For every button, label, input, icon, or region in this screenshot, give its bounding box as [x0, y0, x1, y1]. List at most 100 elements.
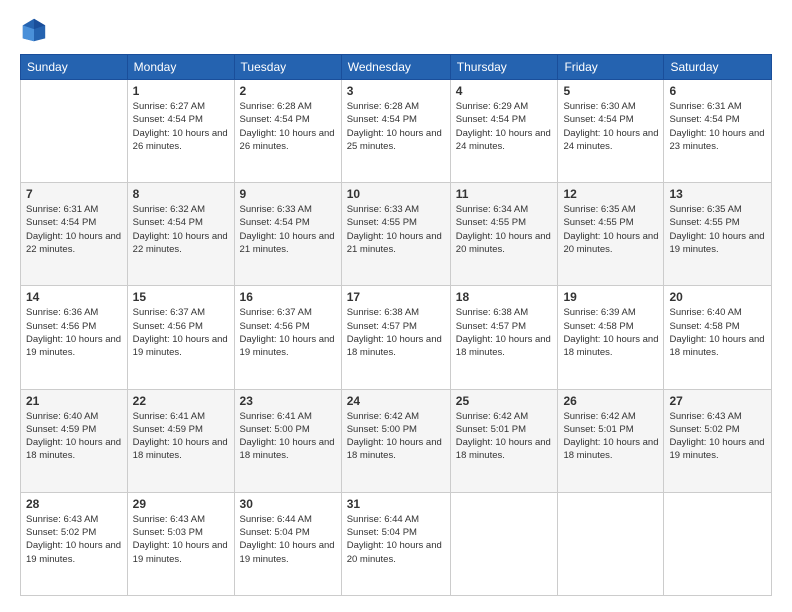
day-cell	[450, 492, 558, 595]
day-number: 12	[563, 187, 658, 201]
day-cell: 23 Sunrise: 6:41 AMSunset: 5:00 PMDayligh…	[234, 389, 341, 492]
day-cell	[21, 80, 128, 183]
day-number: 23	[240, 394, 336, 408]
week-row-5: 28 Sunrise: 6:43 AMSunset: 5:02 PMDayligh…	[21, 492, 772, 595]
day-cell: 22Sunrise: 6:41 AMSunset: 4:59 PMDayligh…	[127, 389, 234, 492]
day-number: 16	[240, 290, 336, 304]
day-info: Sunrise: 6:28 AMSunset: 4:54 PMDaylight:…	[240, 100, 336, 153]
day-cell: 29 Sunrise: 6:43 AMSunset: 5:03 PMDayligh…	[127, 492, 234, 595]
day-cell: 14 Sunrise: 6:36 AMSunset: 4:56 PMDayligh…	[21, 286, 128, 389]
day-cell: 11 Sunrise: 6:34 AMSunset: 4:55 PMDayligh…	[450, 183, 558, 286]
day-number: 10	[347, 187, 445, 201]
calendar-table: SundayMondayTuesdayWednesdayThursdayFrid…	[20, 54, 772, 596]
day-cell: 3 Sunrise: 6:28 AMSunset: 4:54 PMDaylight…	[341, 80, 450, 183]
day-cell: 9 Sunrise: 6:33 AMSunset: 4:54 PMDaylight…	[234, 183, 341, 286]
day-info: Sunrise: 6:29 AMSunset: 4:54 PMDaylight:…	[456, 100, 553, 153]
day-info: Sunrise: 6:42 AMSunset: 5:01 PMDaylight:…	[563, 410, 658, 463]
logo-icon	[20, 16, 48, 44]
day-number: 18	[456, 290, 553, 304]
day-info: Sunrise: 6:42 AMSunset: 5:01 PMDaylight:…	[456, 410, 553, 463]
day-info: Sunrise: 6:39 AMSunset: 4:58 PMDaylight:…	[563, 306, 658, 359]
day-info: Sunrise: 6:28 AMSunset: 4:54 PMDaylight:…	[347, 100, 445, 153]
day-cell: 8 Sunrise: 6:32 AMSunset: 4:54 PMDaylight…	[127, 183, 234, 286]
day-number: 8	[133, 187, 229, 201]
day-cell: 17 Sunrise: 6:38 AMSunset: 4:57 PMDayligh…	[341, 286, 450, 389]
weekday-sunday: Sunday	[21, 55, 128, 80]
day-number: 13	[669, 187, 766, 201]
weekday-wednesday: Wednesday	[341, 55, 450, 80]
day-number: 4	[456, 84, 553, 98]
day-cell	[664, 492, 772, 595]
weekday-tuesday: Tuesday	[234, 55, 341, 80]
day-cell: 24 Sunrise: 6:42 AMSunset: 5:00 PMDayligh…	[341, 389, 450, 492]
day-number: 11	[456, 187, 553, 201]
day-info: Sunrise: 6:41 AMSunset: 5:00 PMDaylight:…	[240, 410, 336, 463]
day-cell: 16 Sunrise: 6:37 AMSunset: 4:56 PMDayligh…	[234, 286, 341, 389]
day-cell: 1Sunrise: 6:27 AMSunset: 4:54 PMDaylight…	[127, 80, 234, 183]
day-info: Sunrise: 6:44 AMSunset: 5:04 PMDaylight:…	[347, 513, 445, 566]
day-cell: 28 Sunrise: 6:43 AMSunset: 5:02 PMDayligh…	[21, 492, 128, 595]
day-info: Sunrise: 6:35 AMSunset: 4:55 PMDaylight:…	[669, 203, 766, 256]
day-number: 24	[347, 394, 445, 408]
day-info: Sunrise: 6:31 AMSunset: 4:54 PMDaylight:…	[669, 100, 766, 153]
day-cell: 6Sunrise: 6:31 AMSunset: 4:54 PMDaylight…	[664, 80, 772, 183]
day-info: Sunrise: 6:37 AMSunset: 4:56 PMDaylight:…	[240, 306, 336, 359]
week-row-1: 1Sunrise: 6:27 AMSunset: 4:54 PMDaylight…	[21, 80, 772, 183]
day-number: 2	[240, 84, 336, 98]
day-info: Sunrise: 6:33 AMSunset: 4:54 PMDaylight:…	[240, 203, 336, 256]
day-cell: 7 Sunrise: 6:31 AMSunset: 4:54 PMDaylight…	[21, 183, 128, 286]
day-info: Sunrise: 6:35 AMSunset: 4:55 PMDaylight:…	[563, 203, 658, 256]
day-info: Sunrise: 6:31 AMSunset: 4:54 PMDaylight:…	[26, 203, 122, 256]
day-number: 17	[347, 290, 445, 304]
weekday-friday: Friday	[558, 55, 664, 80]
day-cell: 2 Sunrise: 6:28 AMSunset: 4:54 PMDaylight…	[234, 80, 341, 183]
day-number: 21	[26, 394, 122, 408]
day-info: Sunrise: 6:40 AMSunset: 4:59 PMDaylight:…	[26, 410, 122, 463]
day-info: Sunrise: 6:42 AMSunset: 5:00 PMDaylight:…	[347, 410, 445, 463]
day-cell: 10Sunrise: 6:33 AMSunset: 4:55 PMDayligh…	[341, 183, 450, 286]
day-info: Sunrise: 6:43 AMSunset: 5:02 PMDaylight:…	[26, 513, 122, 566]
day-cell: 12 Sunrise: 6:35 AMSunset: 4:55 PMDayligh…	[558, 183, 664, 286]
day-info: Sunrise: 6:37 AMSunset: 4:56 PMDaylight:…	[133, 306, 229, 359]
day-cell: 4 Sunrise: 6:29 AMSunset: 4:54 PMDaylight…	[450, 80, 558, 183]
week-row-3: 14 Sunrise: 6:36 AMSunset: 4:56 PMDayligh…	[21, 286, 772, 389]
header	[20, 16, 772, 44]
day-number: 27	[669, 394, 766, 408]
day-cell: 21 Sunrise: 6:40 AMSunset: 4:59 PMDayligh…	[21, 389, 128, 492]
day-info: Sunrise: 6:38 AMSunset: 4:57 PMDaylight:…	[347, 306, 445, 359]
day-number: 3	[347, 84, 445, 98]
weekday-monday: Monday	[127, 55, 234, 80]
day-number: 5	[563, 84, 658, 98]
day-number: 14	[26, 290, 122, 304]
day-cell: 26Sunrise: 6:42 AMSunset: 5:01 PMDayligh…	[558, 389, 664, 492]
day-info: Sunrise: 6:30 AMSunset: 4:54 PMDaylight:…	[563, 100, 658, 153]
day-number: 15	[133, 290, 229, 304]
weekday-saturday: Saturday	[664, 55, 772, 80]
day-number: 31	[347, 497, 445, 511]
day-info: Sunrise: 6:43 AMSunset: 5:03 PMDaylight:…	[133, 513, 229, 566]
day-number: 7	[26, 187, 122, 201]
day-cell: 30Sunrise: 6:44 AMSunset: 5:04 PMDayligh…	[234, 492, 341, 595]
day-info: Sunrise: 6:40 AMSunset: 4:58 PMDaylight:…	[669, 306, 766, 359]
day-info: Sunrise: 6:38 AMSunset: 4:57 PMDaylight:…	[456, 306, 553, 359]
day-cell: 13 Sunrise: 6:35 AMSunset: 4:55 PMDayligh…	[664, 183, 772, 286]
day-cell: 18 Sunrise: 6:38 AMSunset: 4:57 PMDayligh…	[450, 286, 558, 389]
day-number: 29	[133, 497, 229, 511]
day-number: 20	[669, 290, 766, 304]
day-cell: 19Sunrise: 6:39 AMSunset: 4:58 PMDayligh…	[558, 286, 664, 389]
day-number: 25	[456, 394, 553, 408]
day-number: 28	[26, 497, 122, 511]
day-info: Sunrise: 6:43 AMSunset: 5:02 PMDaylight:…	[669, 410, 766, 463]
week-row-2: 7 Sunrise: 6:31 AMSunset: 4:54 PMDaylight…	[21, 183, 772, 286]
day-cell: 25 Sunrise: 6:42 AMSunset: 5:01 PMDayligh…	[450, 389, 558, 492]
day-number: 9	[240, 187, 336, 201]
page: SundayMondayTuesdayWednesdayThursdayFrid…	[0, 0, 792, 612]
day-info: Sunrise: 6:36 AMSunset: 4:56 PMDaylight:…	[26, 306, 122, 359]
day-number: 1	[133, 84, 229, 98]
day-info: Sunrise: 6:34 AMSunset: 4:55 PMDaylight:…	[456, 203, 553, 256]
day-cell: 20 Sunrise: 6:40 AMSunset: 4:58 PMDayligh…	[664, 286, 772, 389]
day-number: 30	[240, 497, 336, 511]
day-info: Sunrise: 6:32 AMSunset: 4:54 PMDaylight:…	[133, 203, 229, 256]
day-cell: 31 Sunrise: 6:44 AMSunset: 5:04 PMDayligh…	[341, 492, 450, 595]
day-cell: 27 Sunrise: 6:43 AMSunset: 5:02 PMDayligh…	[664, 389, 772, 492]
